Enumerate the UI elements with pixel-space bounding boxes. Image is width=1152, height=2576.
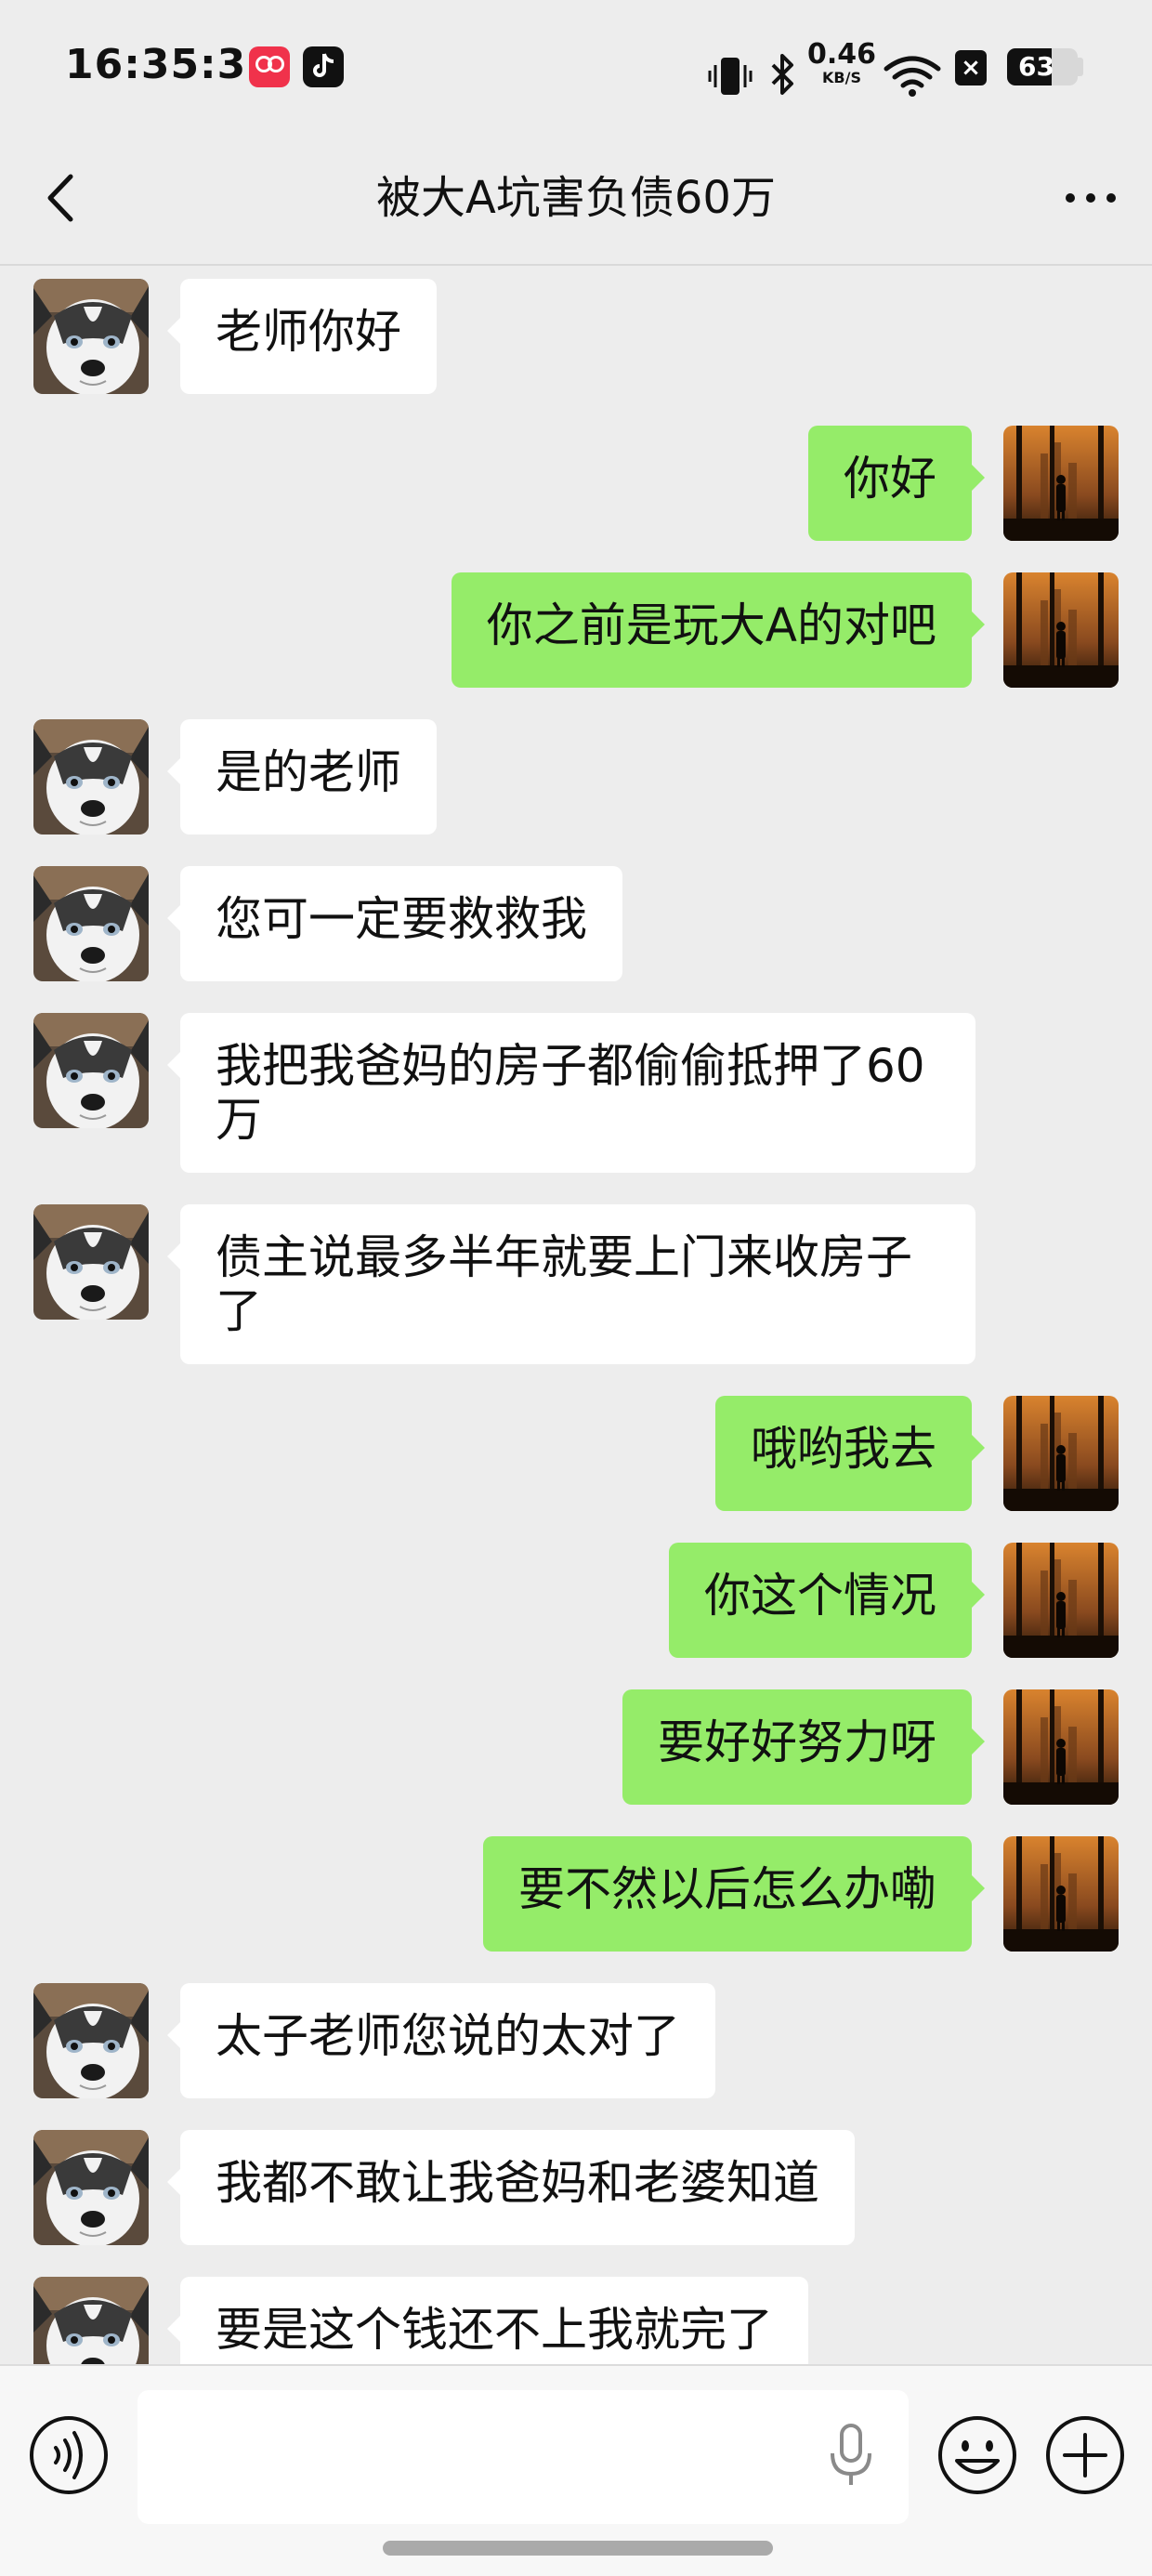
incoming-message[interactable]: 我把我爸妈的房子都偷偷抵押了60万 [0,1013,1152,1173]
message-input[interactable] [137,2390,909,2524]
microphone-icon[interactable] [827,2422,875,2489]
outgoing-message[interactable]: 你好 [0,426,1152,541]
incoming-message[interactable]: 老师你好 [0,279,1152,394]
plus-icon [1046,2416,1124,2494]
more-actions-button[interactable] [1044,2414,1126,2496]
red-app-icon [249,46,290,87]
incoming-message[interactable]: 要是这个钱还不上我就完了 [0,2277,1152,2364]
contact-avatar[interactable] [33,279,149,394]
close-box-icon: × [955,50,987,85]
net-speed-unit: KB/S [822,69,861,86]
outgoing-message[interactable]: 你这个情况 [0,1543,1152,1658]
chat-message-list[interactable]: 老师你好 你好 你之前是玩大A的对吧 是的老师 您可一定要救救我 我把我爸妈的房… [0,268,1152,2364]
self-avatar[interactable] [1003,1689,1119,1805]
self-avatar[interactable] [1003,426,1119,541]
contact-avatar[interactable] [33,1204,149,1320]
incoming-message[interactable]: 太子老师您说的太对了 [0,1983,1152,2098]
husky-avatar-image [33,2277,149,2364]
contact-avatar[interactable] [33,1013,149,1128]
city-silhouette-avatar-image [1003,1689,1119,1805]
message-bubble[interactable]: 你这个情况 [669,1543,985,1658]
emoji-button[interactable] [936,2414,1018,2496]
net-speed-value: 0.46 [806,38,877,71]
battery-tip [1078,58,1083,76]
battery-indicator: 63 [1007,48,1078,85]
outgoing-message[interactable]: 你之前是玩大A的对吧 [0,572,1152,688]
home-indicator [383,2541,773,2556]
incoming-message[interactable]: 债主说最多半年就要上门来收房子了 [0,1204,1152,1364]
contact-avatar[interactable] [33,1983,149,2098]
contact-avatar[interactable] [33,719,149,835]
status-bar: 16:35:31 0.46 KB/S × 63 [0,0,1152,130]
wifi-icon [884,56,941,97]
message-bubble[interactable]: 要是这个钱还不上我就完了 [167,2277,808,2364]
message-bubble[interactable]: 你之前是玩大A的对吧 [451,572,986,688]
chat-title: 被大A坑害负债60万 [376,172,776,224]
city-silhouette-avatar-image [1003,1543,1119,1658]
outgoing-message[interactable]: 哦哟我去 [0,1396,1152,1511]
contact-avatar[interactable] [33,866,149,981]
vibrate-icon [708,58,753,95]
self-avatar[interactable] [1003,572,1119,688]
more-button[interactable] [1061,177,1120,219]
incoming-message[interactable]: 您可一定要救救我 [0,866,1152,981]
message-bubble[interactable]: 您可一定要救救我 [167,866,622,981]
husky-avatar-image [33,719,149,835]
husky-avatar-image [33,279,149,394]
incoming-message[interactable]: 是的老师 [0,719,1152,835]
husky-avatar-image [33,1013,149,1128]
message-bubble[interactable]: 要不然以后怎么办嘞 [483,1836,985,1952]
net-speed: 0.46 KB/S [806,41,877,85]
message-bubble[interactable]: 要好好努力呀 [622,1689,985,1805]
emoji-icon [938,2416,1016,2494]
husky-avatar-image [33,1204,149,1320]
voice-toggle-button[interactable] [28,2414,110,2496]
contact-avatar[interactable] [33,2277,149,2364]
message-bubble[interactable]: 我把我爸妈的房子都偷偷抵押了60万 [167,1013,975,1173]
ellipsis-icon [1066,193,1116,203]
message-bubble[interactable]: 债主说最多半年就要上门来收房子了 [167,1204,975,1364]
voice-icon [30,2416,108,2494]
husky-avatar-image [33,866,149,981]
self-avatar[interactable] [1003,1836,1119,1952]
city-silhouette-avatar-image [1003,572,1119,688]
back-button[interactable] [33,167,89,229]
outgoing-message[interactable]: 要不然以后怎么办嘞 [0,1836,1152,1952]
city-silhouette-avatar-image [1003,426,1119,541]
city-silhouette-avatar-image [1003,1396,1119,1511]
message-bubble[interactable]: 你好 [808,426,985,541]
incoming-message[interactable]: 我都不敢让我爸妈和老婆知道 [0,2130,1152,2245]
battery-percent: 63 [1018,51,1054,82]
tiktok-icon [303,46,344,87]
bluetooth-icon [771,54,793,95]
message-bubble[interactable]: 哦哟我去 [715,1396,985,1511]
status-time: 16:35:31 [65,41,276,88]
city-silhouette-avatar-image [1003,1836,1119,1952]
husky-avatar-image [33,1983,149,2098]
message-bubble[interactable]: 老师你好 [167,279,437,394]
outgoing-message[interactable]: 要好好努力呀 [0,1689,1152,1805]
message-bubble[interactable]: 太子老师您说的太对了 [167,1983,715,2098]
self-avatar[interactable] [1003,1543,1119,1658]
message-bubble[interactable]: 我都不敢让我爸妈和老婆知道 [167,2130,855,2245]
self-avatar[interactable] [1003,1396,1119,1511]
contact-avatar[interactable] [33,2130,149,2245]
title-bar: 被大A坑害负债60万 [0,130,1152,266]
chevron-left-icon [47,174,73,222]
message-bubble[interactable]: 是的老师 [167,719,437,835]
input-bar [0,2364,1152,2576]
husky-avatar-image [33,2130,149,2245]
